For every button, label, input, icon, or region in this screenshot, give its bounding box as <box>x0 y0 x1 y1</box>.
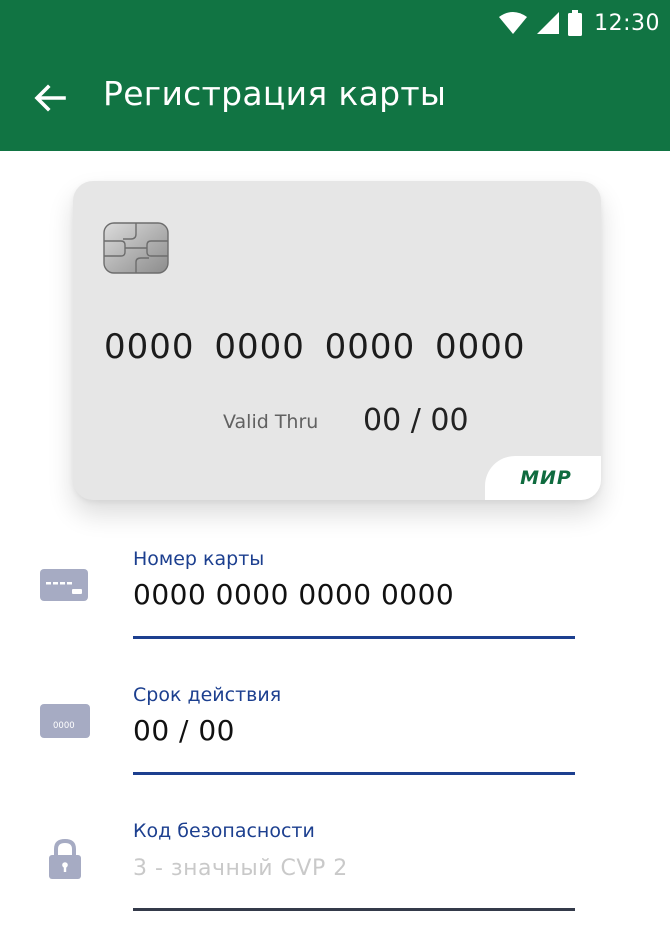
app-bar: 12:30 Регистрация карты <box>0 0 670 151</box>
page-title: Регистрация карты <box>103 74 447 113</box>
signal-icon <box>537 12 560 34</box>
arrow-left-icon <box>34 84 66 112</box>
security-code-label: Код безопасности <box>133 820 315 842</box>
battery-icon <box>568 10 583 36</box>
security-code-field[interactable]: Код безопасности 3 - значный CVP 2 <box>0 820 670 940</box>
card-expiry-icon-text: 0000 <box>53 721 75 731</box>
valid-thru-value: 00 / 00 <box>363 403 469 438</box>
wifi-icon <box>499 12 528 34</box>
card-number-display: 0000 0000 0000 0000 <box>104 327 526 367</box>
status-bar: 12:30 <box>498 8 660 38</box>
brand-badge: МИР <box>485 456 601 500</box>
lock-icon <box>49 838 81 879</box>
back-button[interactable] <box>30 78 70 118</box>
card-expiry-icon: 0000 <box>40 704 90 738</box>
security-code-input[interactable]: 3 - значный CVP 2 <box>133 856 348 881</box>
security-code-underline <box>133 908 575 911</box>
expiry-field[interactable]: 0000 Срок действия 00 / 00 <box>0 684 670 804</box>
credit-card-icon <box>40 569 88 601</box>
status-time: 12:30 <box>594 10 660 36</box>
expiry-input[interactable]: 00 / 00 <box>133 714 235 747</box>
card-number-underline <box>133 636 575 639</box>
chip-icon <box>103 222 169 274</box>
mir-logo: МИР <box>520 467 572 489</box>
expiry-label: Срок действия <box>133 684 282 706</box>
card-number-label: Номер карты <box>133 548 265 570</box>
expiry-underline <box>133 772 575 775</box>
card-number-input[interactable]: 0000 0000 0000 0000 <box>133 578 454 611</box>
card-preview: 0000 0000 0000 0000 Valid Thru 00 / 00 М… <box>73 181 601 500</box>
card-number-field[interactable]: Номер карты 0000 0000 0000 0000 <box>0 548 670 668</box>
valid-thru-label: Valid Thru <box>223 411 319 433</box>
